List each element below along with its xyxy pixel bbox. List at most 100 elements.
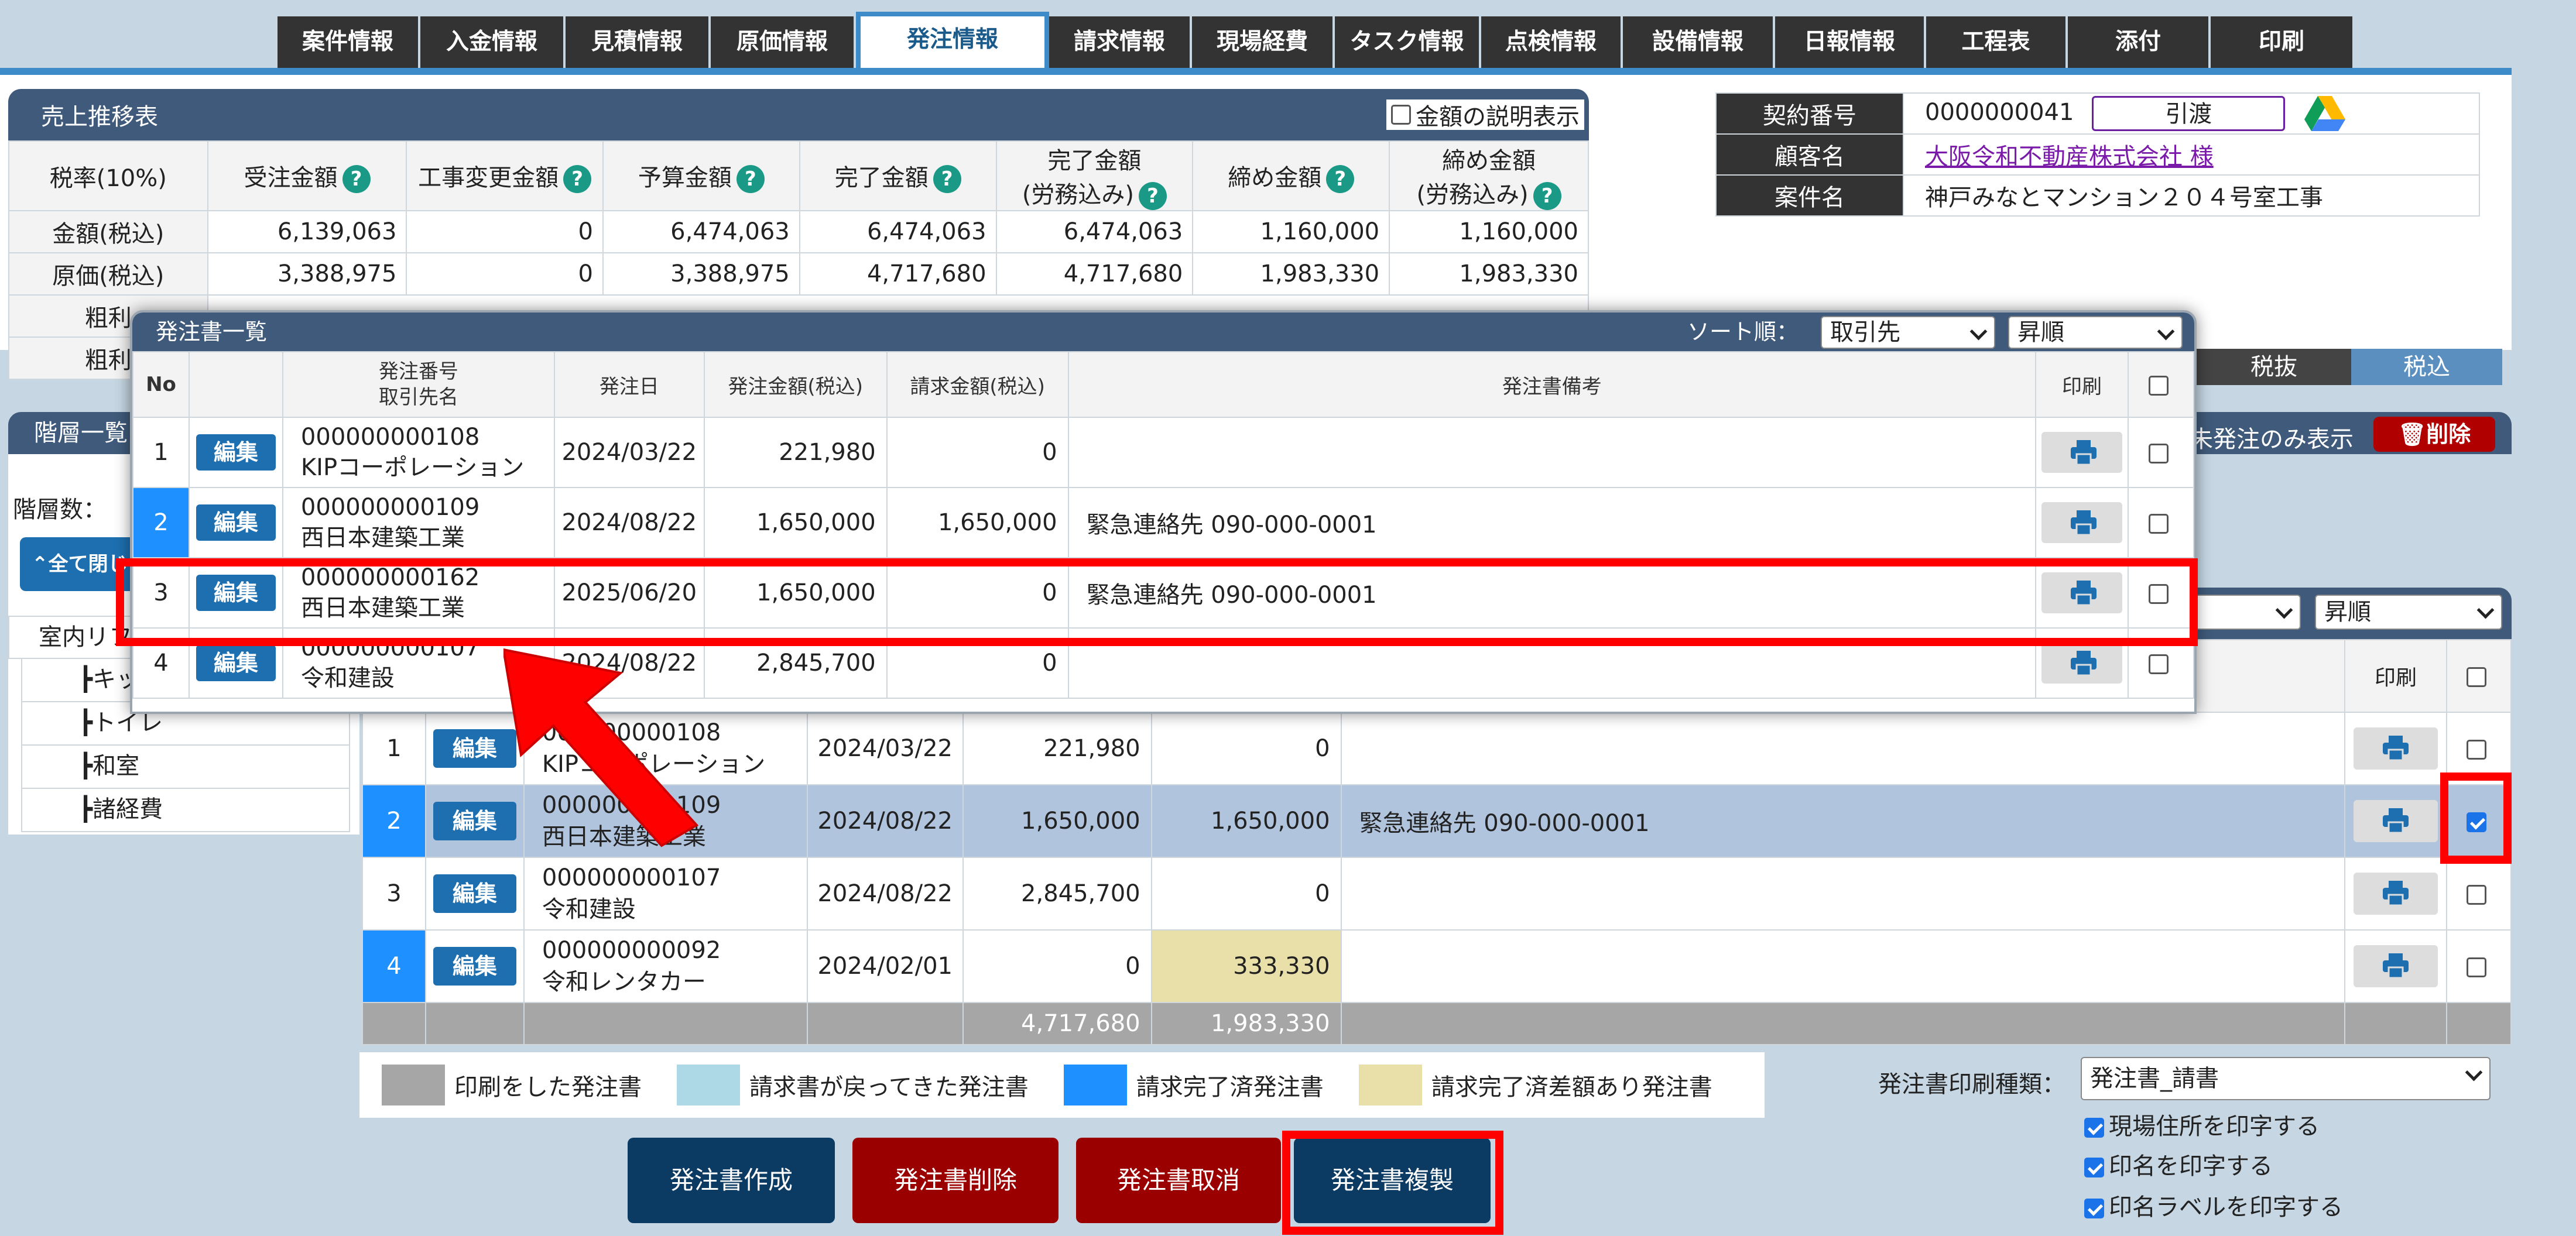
tab-anken[interactable]: 案件情報 [278,16,420,68]
order-number: 000000000109 [300,494,480,521]
table-row[interactable]: 2 編集 000000000109 西日本建築工業 2024/08/22 1,65… [132,487,2194,558]
print-button[interactable] [2354,873,2438,915]
col-no: No [132,351,190,418]
contract-no-label: 契約番号 [1715,92,1904,135]
tab-task[interactable]: タスク情報 [1335,16,1481,68]
help-icon[interactable]: ? [1326,165,1355,193]
tab-underline [0,68,2512,75]
unordered-only-label[interactable]: 未発注のみ表示 [2190,420,2354,454]
print-option-label: 印名を印字する [2109,1153,2273,1180]
print-button[interactable] [2041,643,2123,684]
tree-item[interactable]: ┣和室 [21,746,350,789]
order-amount: 2,845,700 [962,857,1152,931]
table-row[interactable]: 1 編集 000000000108 KIPコーポレーション 2024/03/22 … [132,417,2194,488]
customer-link[interactable]: 大阪令和不動産株式会社 様 [1925,143,2214,170]
edit-button[interactable]: 編集 [196,645,276,681]
row-checkbox[interactable] [2467,957,2487,977]
main-sort-field-select[interactable] [2190,595,2301,630]
popup-sort-order-select[interactable]: 昇順 [2008,316,2183,349]
print-button[interactable] [2041,502,2123,543]
print-option-checkbox[interactable] [2084,1118,2104,1138]
tab-insatsu[interactable]: 印刷 [2211,16,2355,68]
help-icon[interactable]: ? [342,165,371,193]
print-type-select[interactable]: 発注書_請書 [2081,1057,2491,1100]
hierarchy-count-label: 階層数： [13,496,107,523]
sales-cell: 1,160,000 [1389,210,1589,253]
popup-sort-label: ソート順： [1687,319,1799,345]
tab-koutei[interactable]: 工程表 [1926,16,2068,68]
edit-button[interactable]: 編集 [433,947,516,986]
sales-cell: 1,983,330 [1192,252,1390,296]
popup-select-all-checkbox[interactable] [2149,375,2169,396]
edit-button[interactable]: 編集 [433,874,516,913]
tab-mitsumori[interactable]: 見積情報 [566,16,711,68]
help-icon[interactable]: ? [1533,182,1561,210]
row-checkbox[interactable] [2149,514,2169,534]
print-option[interactable]: 印名ラベルを印字する [2084,1188,2343,1222]
sales-cell: 6,474,063 [995,210,1194,253]
create-order-button[interactable]: 発注書作成 [628,1138,835,1223]
tab-nippo[interactable]: 日報情報 [1775,16,1926,68]
row-no: 1 [132,417,190,488]
main-sort-order-select[interactable]: 昇順 [2315,595,2502,630]
legend-label: 印刷をした発注書 [454,1074,642,1101]
supplier-name: 令和建設 [542,896,636,923]
show-desc-checkbox[interactable] [1391,105,1411,125]
tab-genba-keihi[interactable]: 現場経費 [1192,16,1335,68]
project-name: 神戸みなとマンション２０４号室工事 [1903,174,2480,217]
row-checkbox[interactable] [2467,740,2487,760]
billed-amount: 0 [1150,857,1342,931]
popup-sort-field-select[interactable]: 取引先 [1821,316,1995,349]
tab-hacchu[interactable]: 発注情報 [856,12,1049,68]
tab-tenken[interactable]: 点検情報 [1481,16,1623,68]
print-button[interactable] [2354,800,2438,842]
print-option[interactable]: 印名を印字する [2084,1147,2273,1181]
print-button[interactable] [2041,432,2123,473]
handover-button[interactable]: 引渡 [2092,96,2286,131]
row-no: 1 [362,712,426,785]
trash-icon: 🗑 [2397,421,2427,447]
edit-button[interactable]: 編集 [196,504,276,541]
select-all-checkbox[interactable] [2467,667,2487,687]
legend-swatch [1063,1065,1127,1105]
help-icon[interactable]: ? [736,165,765,193]
tab-nyukin[interactable]: 入金情報 [420,16,566,68]
help-icon[interactable]: ? [563,165,592,193]
row-checkbox[interactable] [2467,885,2487,905]
order-note: 緊急連絡先 090-000-0001 [1067,487,2037,558]
tax-exclusive-button[interactable]: 税抜 [2197,349,2351,385]
edit-button[interactable]: 編集 [196,434,276,471]
show-desc-toggle[interactable]: 金額の説明表示 [1386,99,1584,131]
tab-seikyu[interactable]: 請求情報 [1049,16,1192,68]
sales-cell: 6,474,063 [602,210,800,253]
row-checkbox[interactable] [2149,654,2169,674]
tree-item[interactable]: ┣諸経費 [21,789,350,832]
delete-hierarchy-button[interactable]: 🗑削除 [2373,417,2495,452]
table-row[interactable]: 3 編集 000000000107 令和建設 2024/08/22 2,845,7… [362,857,2512,931]
tab-setsubi[interactable]: 設備情報 [1623,16,1775,68]
google-drive-icon[interactable] [2304,96,2345,131]
row-no: 4 [362,929,426,1003]
sales-cell: 4,717,680 [995,252,1194,296]
col-amount: 発注金額(税込) [703,351,888,418]
print-button[interactable] [2354,727,2438,770]
cancel-order-button[interactable]: 発注書取消 [1076,1138,1281,1223]
table-row[interactable]: 4 編集 000000000092 令和レンタカー 2024/02/01 0 33… [362,929,2512,1003]
show-desc-label: 金額の説明表示 [1416,104,1580,131]
print-option-checkbox[interactable] [2084,1158,2104,1177]
tax-inclusive-button[interactable]: 税込 [2351,349,2502,385]
printer-icon [2071,440,2097,465]
print-option-label: 現場住所を印字する [2109,1113,2320,1140]
tab-genka[interactable]: 原価情報 [711,16,856,68]
print-button[interactable] [2354,945,2438,987]
row-checkbox[interactable] [2149,444,2169,464]
print-option[interactable]: 現場住所を印字する [2084,1107,2320,1141]
print-option-checkbox[interactable] [2084,1199,2104,1218]
col-note: 発注書備考 [1067,351,2037,418]
select-all-cell [2446,639,2512,713]
delete-order-button[interactable]: 発注書削除 [852,1138,1059,1223]
help-icon[interactable]: ? [933,165,961,193]
printer-icon [2071,651,2097,675]
tab-tenpu[interactable]: 添付 [2068,16,2211,68]
help-icon[interactable]: ? [1139,182,1167,210]
